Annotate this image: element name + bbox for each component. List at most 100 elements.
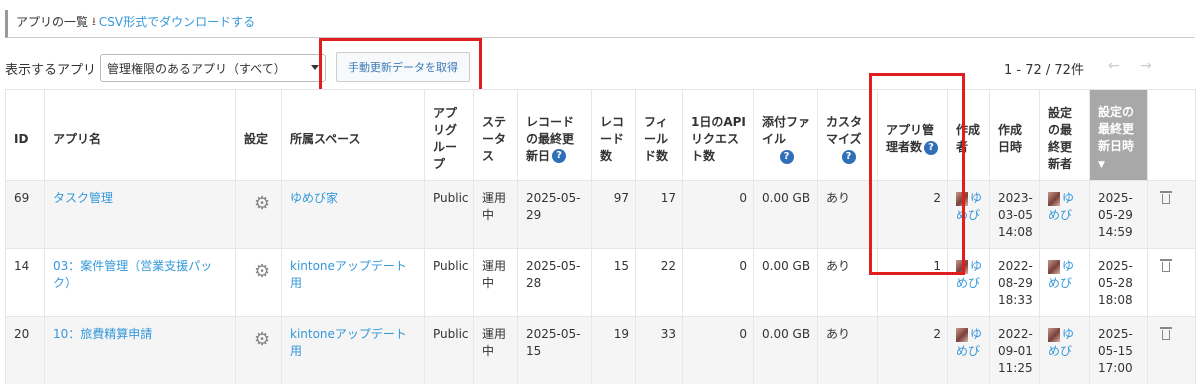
cell-api: 0 [682,180,754,249]
cell-fields: 33 [635,316,683,384]
filter-toolbar: 表示するアプリ 管理権限のあるアプリ（すべて） [5,54,327,82]
cell-attachments: 0.00 GB [753,180,818,249]
gear-icon[interactable]: ⚙ [254,195,270,213]
highlight-box-update-button [319,38,482,96]
cell-space: ゆめび家 [281,180,425,249]
col-header-records[interactable]: レコード数 [591,89,636,181]
col-header-settings: 設定 [235,89,282,181]
col-header-fields[interactable]: フィールド数 [635,89,683,181]
col-header-settings-updated[interactable]: 設定の最終更新日時 ▼ [1089,89,1148,181]
help-icon[interactable]: ? [552,149,567,163]
cell-created: 2023-03-05 14:08 [989,180,1040,249]
space-link[interactable]: kintoneアップデート用 [290,327,407,358]
avatar [1048,327,1060,342]
cell-status: 運用中 [473,180,518,249]
table-row: 69 タスク管理 ⚙ ゆめび家 Public 運用中 2025-05-29 97… [5,180,1196,249]
col-header-status[interactable]: ステータス [473,89,518,181]
page-title: アプリの一覧 [16,15,89,29]
cell-fields: 22 [635,248,683,317]
app-filter-value: 管理権限のあるアプリ（すべて） [107,61,286,76]
trash-icon[interactable] [1160,326,1172,340]
cell-records: 19 [591,316,636,384]
cell-updated: 2025-05-28 18:08 [1089,248,1148,317]
trash-icon[interactable] [1160,190,1172,204]
col-header-record-updated[interactable]: レコードの最終更新日? [517,89,592,181]
col-header-attachments[interactable]: 添付ファイル? [753,89,818,181]
sort-desc-icon: ▼ [1098,160,1105,170]
cell-space: kintoneアップデート用 [281,316,425,384]
col-header-settings-updater[interactable]: 設定の最終更新者 [1039,89,1090,181]
cell-admins: 2 [877,316,948,384]
csv-download-link[interactable]: CSV形式でダウンロードする [99,13,255,30]
table-row: 14 03：案件管理（営業支援パック） ⚙ kintoneアップデート用 Pub… [5,248,1196,317]
chevron-down-icon [311,65,320,70]
col-header-record-updated-label: レコードの最終更新日 [526,114,575,163]
cell-id: 20 [5,316,45,384]
cell-creator: ゆめび [947,316,990,384]
trash-icon[interactable] [1160,258,1172,272]
app-name-link[interactable]: 03：案件管理（営業支援パック） [53,259,212,290]
cell-records: 15 [591,248,636,317]
download-icon: ⭳ [92,15,96,28]
app-name-link[interactable]: 10：旅費精算申請 [53,327,152,341]
cell-record-updated: 2025-05-28 [517,248,592,317]
cell-space: kintoneアップデート用 [281,248,425,317]
cell-group: Public [424,248,474,317]
col-header-id[interactable]: ID [5,89,45,181]
cell-updater: ゆめび [1039,248,1090,317]
table-header-row: ID アプリ名 設定 所属スペース アプリグループ ステータス レコードの最終更… [5,89,1196,181]
cell-api: 0 [682,316,754,384]
avatar [956,327,968,342]
cell-api: 0 [682,248,754,317]
col-header-customize-label: カスタマイズ [826,115,863,146]
cell-record-updated: 2025-05-15 [517,316,592,384]
cell-name: 10：旅費精算申請 [44,316,236,384]
avatar [1048,259,1060,274]
cell-created: 2022-09-01 11:25 [989,316,1040,384]
space-link[interactable]: kintoneアップデート用 [290,259,407,290]
cell-record-updated: 2025-05-29 [517,180,592,249]
space-link[interactable]: ゆめび家 [290,191,338,205]
cell-settings: ⚙ [235,248,282,317]
cell-attachments: 0.00 GB [753,248,818,317]
cell-actions [1147,316,1196,384]
cell-status: 運用中 [473,248,518,317]
app-filter-select[interactable]: 管理権限のあるアプリ（すべて） [100,54,327,82]
gear-icon[interactable]: ⚙ [254,263,270,281]
table-row: 20 10：旅費精算申請 ⚙ kintoneアップデート用 Public 運用中… [5,316,1196,384]
cell-actions [1147,248,1196,317]
cell-group: Public [424,316,474,384]
col-header-api[interactable]: 1日のAPIリクエスト数 [682,89,754,181]
cell-updated: 2025-05-15 17:00 [1089,316,1148,384]
cell-settings: ⚙ [235,180,282,249]
cell-id: 69 [5,180,45,249]
cell-updater: ゆめび [1039,316,1090,384]
cell-attachments: 0.00 GB [753,316,818,384]
app-list-table: ID アプリ名 設定 所属スペース アプリグループ ステータス レコードの最終更… [5,89,1196,384]
app-name-link[interactable]: タスク管理 [53,191,113,205]
help-icon[interactable]: ? [841,150,856,164]
gear-icon[interactable]: ⚙ [254,331,270,349]
cell-updater: ゆめび [1039,180,1090,249]
cell-actions [1147,180,1196,249]
col-header-created[interactable]: 作成日時 [989,89,1040,181]
page-header: アプリの一覧 ⭳ CSV形式でダウンロードする [5,10,1195,38]
avatar [1048,191,1060,206]
cell-id: 14 [5,248,45,317]
cell-status: 運用中 [473,316,518,384]
col-header-name[interactable]: アプリ名 [44,89,236,181]
col-header-space[interactable]: 所属スペース [281,89,425,181]
cell-updated: 2025-05-29 14:59 [1089,180,1148,249]
cell-customize: あり [817,316,878,384]
help-icon[interactable]: ? [779,150,794,164]
cell-group: Public [424,180,474,249]
col-header-actions [1147,89,1196,181]
cell-name: 03：案件管理（営業支援パック） [44,248,236,317]
filter-label: 表示するアプリ [5,62,97,78]
col-header-group[interactable]: アプリグループ [424,89,474,181]
cell-created: 2022-08-29 18:33 [989,248,1040,317]
highlight-box-admins-column [869,73,965,275]
cell-name: タスク管理 [44,180,236,249]
arrow-left-icon[interactable]: ← [1108,58,1120,74]
arrow-right-icon[interactable]: → [1140,58,1152,74]
